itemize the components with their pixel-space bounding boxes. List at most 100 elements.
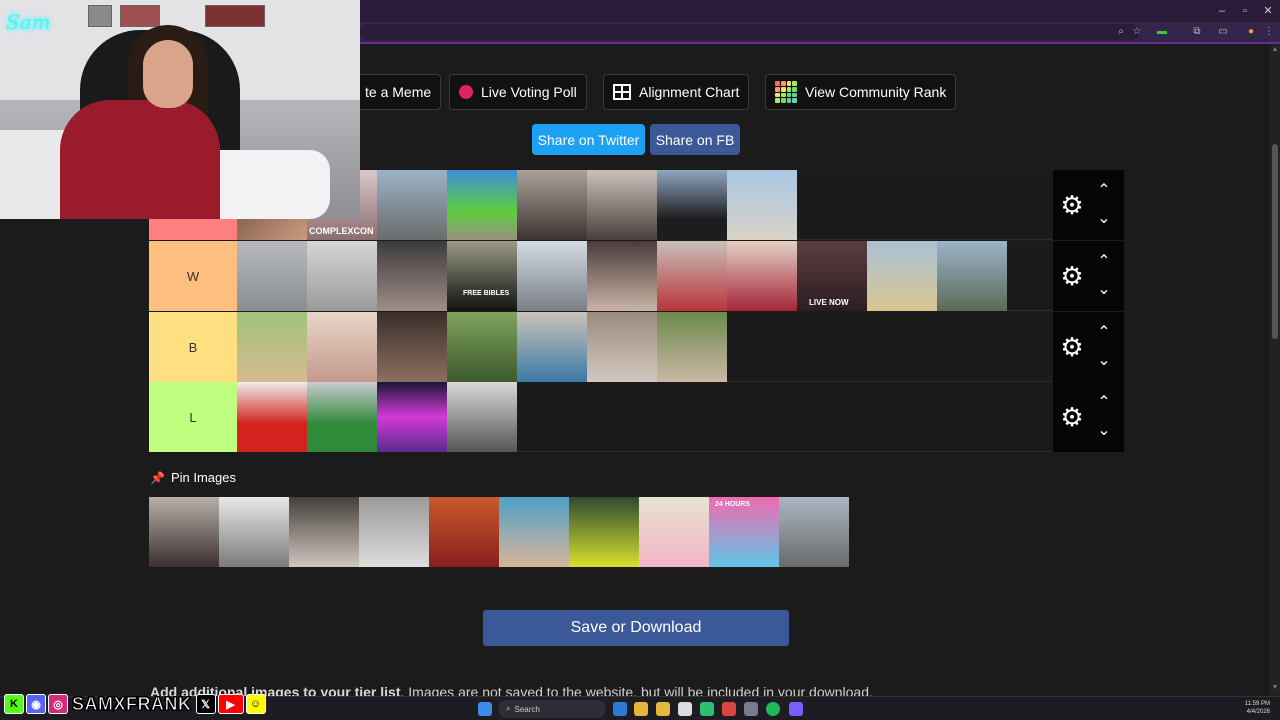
tier-item-image[interactable] [657, 312, 727, 382]
chevron-up-icon[interactable]: ⌃ [1095, 183, 1113, 199]
scroll-up-icon[interactable]: ▲ [1271, 46, 1279, 56]
tier-item-image[interactable] [447, 382, 517, 452]
tier-item-image[interactable] [447, 170, 517, 240]
share-twitter-button[interactable]: Share on Twitter [532, 124, 645, 155]
menu-dots-icon[interactable]: ⋮ [1262, 25, 1276, 39]
sidebar-icon[interactable]: ▭ [1216, 25, 1230, 39]
chevron-up-icon[interactable]: ⌃ [1095, 395, 1113, 411]
tier-row-b: B ⚙ ⌃ ⌄ [149, 312, 1124, 382]
tier-item-image[interactable] [377, 382, 447, 452]
wall-poster [88, 5, 112, 27]
tier-item-image[interactable] [237, 382, 307, 452]
pin-image[interactable] [499, 497, 569, 567]
share-fb-button[interactable]: Share on FB [650, 124, 740, 155]
tier-label[interactable]: L [149, 382, 237, 452]
tier-item-image[interactable] [657, 241, 727, 311]
folder-icon[interactable] [656, 702, 670, 716]
chevron-down-icon[interactable]: ⌄ [1095, 282, 1113, 298]
pin-images-strip: 24 HOURS [149, 497, 849, 567]
tier-item-image[interactable] [237, 241, 307, 311]
gear-icon[interactable]: ⚙ [1059, 263, 1085, 289]
chrome-icon[interactable] [634, 702, 648, 716]
tier-item-image[interactable] [377, 241, 447, 311]
tier-item-image[interactable] [517, 170, 587, 240]
tier-item-image[interactable] [307, 312, 377, 382]
close-icon[interactable]: ✕ [1258, 3, 1278, 19]
page-scrollbar[interactable]: ▲ ▼ [1270, 44, 1280, 696]
pin-image[interactable] [569, 497, 639, 567]
browser-icon[interactable] [722, 702, 736, 716]
scrollbar-thumb[interactable] [1272, 144, 1278, 339]
extensions-puzzle-icon[interactable]: ⧉ [1190, 25, 1204, 39]
live-voting-poll-button[interactable]: Live Voting Poll [449, 74, 587, 110]
pushpin-icon: 📌 [150, 470, 165, 485]
tier-item-image[interactable] [307, 241, 377, 311]
pin-image[interactable] [639, 497, 709, 567]
edge-icon[interactable] [613, 702, 627, 716]
pin-image[interactable] [359, 497, 429, 567]
tier-item-image[interactable] [727, 241, 797, 311]
pin-image[interactable] [289, 497, 359, 567]
scroll-down-icon[interactable]: ▼ [1271, 684, 1279, 694]
tier-item-image[interactable] [237, 312, 307, 382]
tier-item-image[interactable] [517, 241, 587, 311]
tier-images [237, 382, 517, 452]
tier-label[interactable]: B [149, 312, 237, 382]
tier-item-image[interactable] [937, 241, 1007, 311]
gear-icon[interactable]: ⚙ [1059, 334, 1085, 360]
tier-item-image[interactable] [587, 312, 657, 382]
app-icon[interactable] [700, 702, 714, 716]
taskbar-clock[interactable]: 11:59 PM 4/4/2026 [1245, 700, 1270, 716]
gear-icon[interactable]: ⚙ [1059, 404, 1085, 430]
tier-item-image[interactable] [377, 312, 447, 382]
pin-image[interactable] [219, 497, 289, 567]
chevron-down-icon[interactable]: ⌄ [1095, 211, 1113, 227]
wall-poster [120, 5, 160, 27]
chevron-up-icon[interactable]: ⌃ [1095, 325, 1113, 341]
thumb-caption: 24 HOURS [715, 501, 751, 508]
restore-icon[interactable]: ▫ [1235, 3, 1255, 19]
gear-icon[interactable]: ⚙ [1059, 192, 1085, 218]
tier-item-image[interactable] [587, 170, 657, 240]
search-icon: ⌕ [506, 704, 511, 713]
tier-item-image[interactable]: FREE BIBLES [447, 241, 517, 311]
spotify-icon[interactable] [766, 702, 780, 716]
screen: – ▫ ✕ ⌕ ☆ ▬ ⧉ ▭ ● ⋮ te a Meme Live Votin… [0, 0, 1280, 720]
save-download-button[interactable]: Save or Download [483, 610, 789, 646]
windows-start-icon[interactable] [478, 702, 492, 716]
tier-images: FREE BIBLES LIVE NOW [237, 241, 1007, 311]
share-fb-label: Share on FB [655, 131, 735, 148]
profile-icon[interactable]: ● [1244, 25, 1258, 39]
pin-image[interactable] [779, 497, 849, 567]
tier-item-image[interactable] [587, 241, 657, 311]
store-icon[interactable] [678, 702, 692, 716]
extension-icon[interactable]: ▬ [1155, 25, 1169, 39]
tier-item-image[interactable] [517, 312, 587, 382]
bookmark-star-icon[interactable]: ☆ [1130, 25, 1144, 39]
zoom-icon[interactable]: ⌕ [1114, 25, 1128, 39]
pin-image[interactable] [149, 497, 219, 567]
discord-icon[interactable] [789, 702, 803, 716]
tier-label[interactable]: W [149, 241, 237, 311]
tier-item-image[interactable] [727, 170, 797, 240]
tier-item-image[interactable]: LIVE NOW [797, 241, 867, 311]
settings-icon[interactable] [744, 702, 758, 716]
url-field[interactable] [360, 24, 1140, 40]
pin-image[interactable]: 24 HOURS [709, 497, 779, 567]
community-rank-button[interactable]: View Community Rank [765, 74, 957, 110]
thumb-caption: FREE BIBLES [463, 290, 510, 297]
chevron-up-icon[interactable]: ⌃ [1095, 254, 1113, 270]
pin-images-heading: 📌 Pin Images [150, 470, 236, 485]
minimize-icon[interactable]: – [1212, 3, 1232, 19]
tier-item-image[interactable] [867, 241, 937, 311]
alignment-chart-button[interactable]: Alignment Chart [603, 74, 750, 110]
tier-item-image[interactable] [377, 170, 447, 240]
chevron-down-icon[interactable]: ⌄ [1095, 423, 1113, 439]
tier-controls: ⚙ ⌃ ⌄ [1053, 170, 1124, 240]
tier-item-image[interactable] [307, 382, 377, 452]
tier-item-image[interactable] [657, 170, 727, 240]
tier-item-image[interactable] [447, 312, 517, 382]
chevron-down-icon[interactable]: ⌄ [1095, 353, 1113, 369]
pin-image[interactable] [429, 497, 499, 567]
taskbar-search[interactable]: ⌕ Search [498, 700, 606, 718]
